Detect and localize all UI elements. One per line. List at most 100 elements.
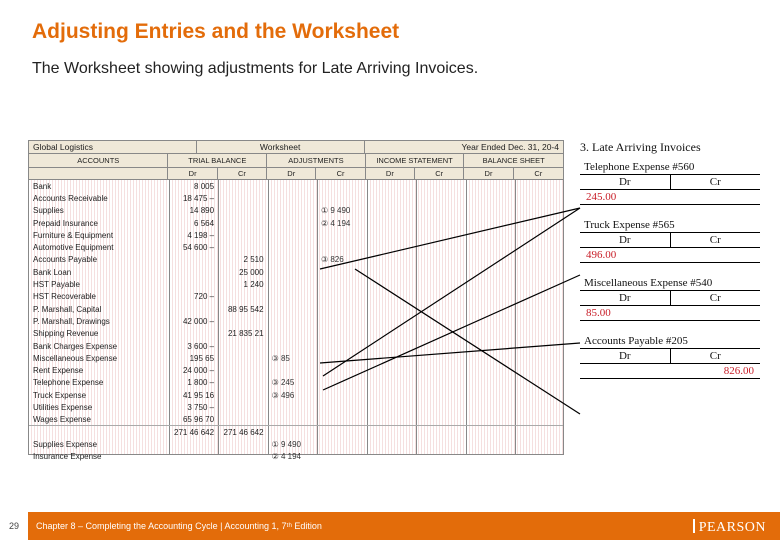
table-row: Telephone Expense1 800 –③ 245 [29, 377, 563, 389]
section-trial-balance: TRIAL BALANCE [168, 154, 267, 167]
tb-cr-cell [218, 389, 267, 401]
tb-dr-cell: 6 564 [169, 217, 218, 229]
entry-cr-amount [670, 248, 760, 262]
entry-cr-label: Cr [671, 233, 761, 247]
account-name: Accounts Receivable [29, 192, 169, 204]
adj-dr-cell: ③ 496 [268, 389, 317, 401]
tb-dr-cell [169, 254, 218, 266]
tb-dr-cell: 14 890 [169, 205, 218, 217]
table-row: Truck Expense41 95 16③ 496 [29, 389, 563, 401]
table-row: Accounts Payable2 510③ 826 [29, 254, 563, 266]
entry-dr-label: Dr [580, 349, 671, 363]
entry-account-name: Accounts Payable #205 [580, 335, 760, 349]
adj-cr-cell [317, 340, 366, 352]
tb-cr-cell [218, 241, 267, 253]
tb-cr-cell [218, 291, 267, 303]
account-name: Truck Expense [29, 389, 169, 401]
adj-cr-cell [317, 278, 366, 290]
tb-dr-cell: 54 600 – [169, 241, 218, 253]
adj-cr-cell [317, 352, 366, 364]
entry-cr-label: Cr [671, 349, 761, 363]
table-row: Rent Expense24 000 – [29, 364, 563, 376]
adj-cr-cell [317, 328, 366, 340]
adj-cr-cell [317, 401, 366, 413]
tb-dr-cell: 3 750 – [169, 401, 218, 413]
worksheet-drcr-row: Dr Cr Dr Cr Dr Cr Dr Cr [28, 168, 564, 180]
adj-dr-cell [268, 229, 317, 241]
entry-cr-amount: 826.00 [670, 364, 760, 378]
adj-cr-cell [317, 389, 366, 401]
worksheet-body: Bank8 005Accounts Receivable18 475 –Supp… [28, 180, 564, 455]
adj-dr-cell [268, 217, 317, 229]
table-row: Supplies Expense① 9 490 [29, 438, 563, 450]
adj-dr-cell [268, 205, 317, 217]
account-name: Bank Loan [29, 266, 169, 278]
ws-title: Worksheet [197, 141, 365, 153]
adj-dr-cell [268, 401, 317, 413]
entry-cr-amount [670, 190, 760, 204]
adj-dr-cell [268, 315, 317, 327]
entry-dr-amount: 245.00 [580, 190, 670, 204]
table-row: HST Recoverable720 – [29, 291, 563, 303]
adj-dr-cell [268, 364, 317, 376]
adj-cr-cell [317, 291, 366, 303]
entry-dr-label: Dr [580, 175, 671, 189]
tb-cr-cell [218, 180, 267, 192]
account-name: Shipping Revenue [29, 328, 169, 340]
footer-text: Chapter 8 – Completing the Accounting Cy… [36, 521, 322, 531]
entry-account-name: Truck Expense #565 [580, 219, 760, 233]
adj-dr-cell [268, 328, 317, 340]
account-name [29, 426, 169, 438]
tb-dr-cell: 4 198 – [169, 229, 218, 241]
adj-cr-cell [317, 303, 366, 315]
adj-dr-cell [268, 414, 317, 426]
adj-dr-cell [268, 241, 317, 253]
table-row: Utilities Expense3 750 – [29, 401, 563, 413]
page-number: 29 [0, 512, 28, 540]
table-row: Bank Charges Expense3 600 – [29, 340, 563, 352]
adj-cr-cell [317, 364, 366, 376]
adj-cr-cell [317, 315, 366, 327]
account-name: Prepaid Insurance [29, 217, 169, 229]
adj-cr-cell [317, 451, 366, 463]
tb-dr-cell [169, 438, 218, 450]
table-row: Furniture & Equipment4 198 – [29, 229, 563, 241]
tb-dr-cell [169, 266, 218, 278]
section-balance-sheet: BALANCE SHEET [464, 154, 563, 167]
adj-dr-cell: ② 4 194 [268, 451, 317, 463]
account-name: P. Marshall, Capital [29, 303, 169, 315]
account-name: Automotive Equipment [29, 241, 169, 253]
tb-dr-cell: 720 – [169, 291, 218, 303]
slide-subtitle: The Worksheet showing adjustments for La… [32, 60, 478, 78]
footer-bar: 29 Chapter 8 – Completing the Accounting… [0, 512, 780, 540]
t-account-entry: Truck Expense #565DrCr496.00 [580, 219, 760, 263]
account-name: Supplies [29, 205, 169, 217]
ws-company: Global Logistics [29, 141, 197, 153]
adj-dr-cell [268, 180, 317, 192]
adj-cr-cell [317, 180, 366, 192]
tb-cr-cell: 1 240 [218, 278, 267, 290]
tb-dr-cell: 65 96 70 [169, 414, 218, 426]
tb-cr-cell [218, 315, 267, 327]
table-row: Bank8 005 [29, 180, 563, 192]
t-account-entry: Miscellaneous Expense #540DrCr85.00 [580, 277, 760, 321]
tb-dr-cell [169, 451, 218, 463]
is-dr: Dr [366, 168, 415, 179]
adj-cr-cell [317, 266, 366, 278]
adj-cr: Cr [316, 168, 365, 179]
adj-cr-cell [317, 241, 366, 253]
tb-cr-cell: 21 835 21 [218, 328, 267, 340]
tb-dr-cell: 195 65 [169, 352, 218, 364]
tb-cr-cell [218, 229, 267, 241]
table-row: Automotive Equipment54 600 – [29, 241, 563, 253]
adj-cr-cell [317, 438, 366, 450]
account-name: HST Recoverable [29, 291, 169, 303]
tb-cr-cell [218, 401, 267, 413]
t-account-entry: Accounts Payable #205DrCr826.00 [580, 335, 760, 379]
tb-cr-cell [218, 192, 267, 204]
tb-cr: Cr [218, 168, 267, 179]
table-row: P. Marshall, Capital88 95 542 [29, 303, 563, 315]
tb-dr-cell: 1 800 – [169, 377, 218, 389]
tb-cr-cell [218, 377, 267, 389]
adj-dr: Dr [267, 168, 316, 179]
